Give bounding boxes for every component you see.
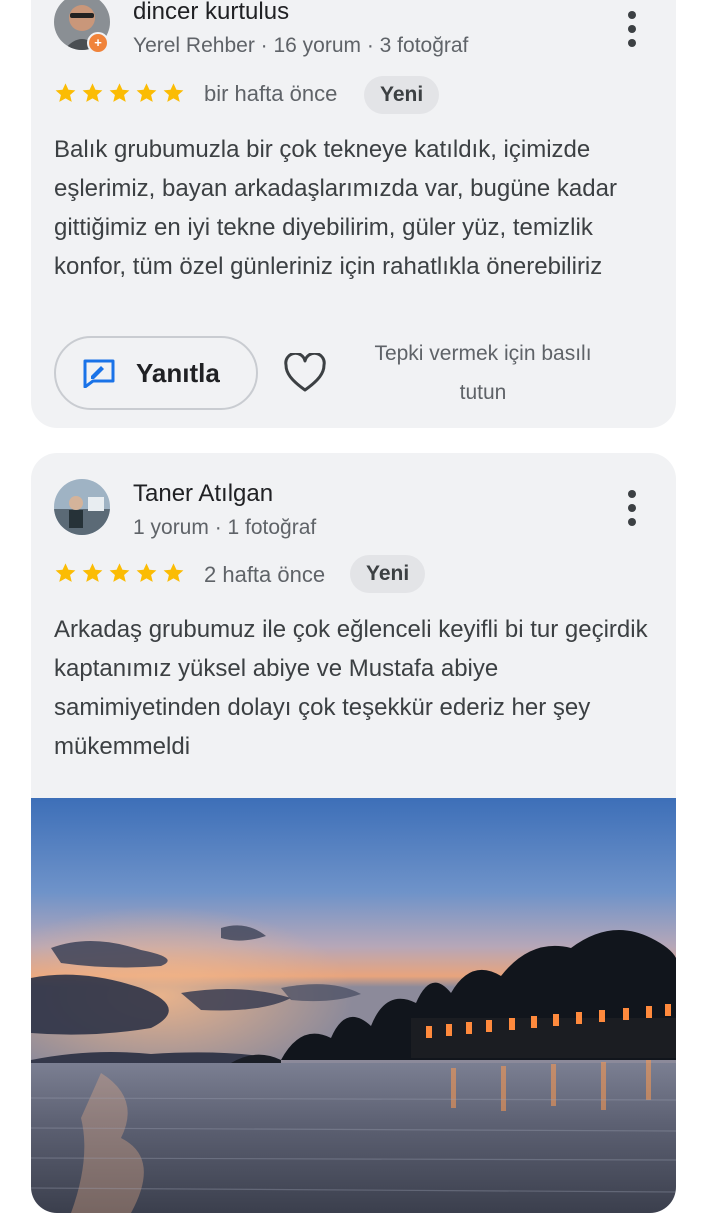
reaction-hint: Tepki vermek için basılı tutun xyxy=(374,342,592,404)
author-name[interactable]: Taner Atılgan xyxy=(133,480,273,508)
more-vert-icon[interactable] xyxy=(626,11,638,47)
review-time: bir hafta önce xyxy=(204,81,338,106)
star-rating xyxy=(54,562,185,584)
review-time: 2 hafta önce xyxy=(204,562,326,587)
star-icon xyxy=(136,83,157,102)
review-text[interactable]: Arkadaş grubumuz ile çok eğlenceli keyif… xyxy=(54,610,654,766)
star-icon xyxy=(55,563,76,582)
star-icon xyxy=(109,83,130,102)
author-meta: Yerel Rehber · 16 yorum · 3 fotoğraf xyxy=(133,34,469,57)
star-rating xyxy=(54,82,185,104)
author-name[interactable]: dincer kurtulus xyxy=(133,0,289,26)
review-card: + dincer kurtulus Yerel Rehber · 16 yoru… xyxy=(31,0,676,428)
star-icon xyxy=(82,83,103,102)
star-icon xyxy=(163,563,184,582)
more-vert-icon[interactable] xyxy=(626,490,638,526)
review-text[interactable]: Balık grubumuzla bir çok tekneye katıldı… xyxy=(54,130,654,286)
new-chip: Yeni xyxy=(350,555,426,593)
reply-icon xyxy=(83,359,115,388)
star-icon xyxy=(136,563,157,582)
local-guide-badge-icon: + xyxy=(87,32,109,54)
star-icon xyxy=(163,83,184,102)
review-photo[interactable] xyxy=(31,798,676,1213)
review-card: Taner Atılgan 1 yorum · 1 fotoğraf 2 haf… xyxy=(31,453,676,1213)
avatar[interactable] xyxy=(54,479,110,535)
reply-button[interactable]: Yanıtla xyxy=(54,336,258,410)
new-chip: Yeni xyxy=(364,76,440,114)
star-icon xyxy=(109,563,130,582)
heart-outline-icon[interactable] xyxy=(283,353,327,393)
reply-label: Yanıtla xyxy=(136,357,220,388)
author-meta: 1 yorum · 1 fotoğraf xyxy=(133,516,317,539)
star-icon xyxy=(82,563,103,582)
star-icon xyxy=(55,83,76,102)
